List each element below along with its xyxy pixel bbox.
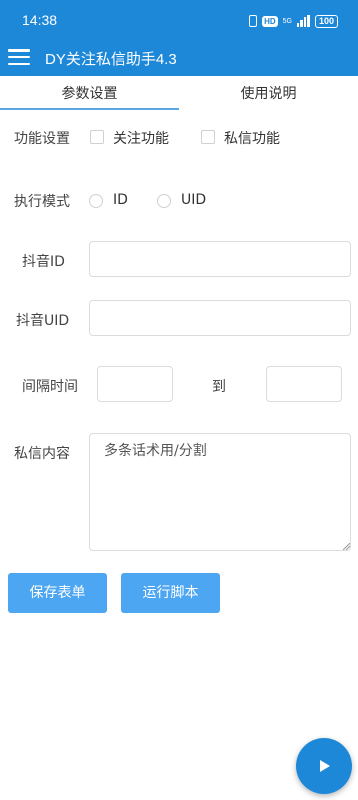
function-setting-label: 功能设置 (14, 131, 70, 147)
hd-badge: HD (262, 15, 278, 27)
hamburger-menu-icon[interactable] (8, 47, 30, 67)
mode-uid-label[interactable]: UID (181, 192, 206, 208)
tab-params[interactable]: 参数设置 (0, 76, 179, 110)
interval-label: 间隔时间 (22, 379, 78, 395)
mode-id-radio[interactable] (89, 194, 103, 208)
app-bar: DY关注私信助手4.3 (0, 40, 358, 76)
mode-id-label[interactable]: ID (113, 192, 128, 208)
exec-mode-label: 执行模式 (14, 194, 70, 210)
message-content-textarea[interactable]: 多条话术用/分割 (89, 433, 351, 551)
message-checkbox[interactable] (201, 130, 215, 144)
battery-indicator: 100 (314, 14, 338, 28)
interval-from-input[interactable] (97, 366, 173, 402)
douyin-uid-input[interactable] (89, 300, 351, 336)
status-bar: 14:38 HD 5G 100 (0, 0, 358, 40)
run-script-button[interactable]: 运行脚本 (121, 573, 220, 613)
follow-option-label[interactable]: 关注功能 (113, 128, 169, 148)
play-icon (320, 760, 330, 772)
network-type: 5G (282, 17, 292, 25)
interval-to-label: 到 (212, 379, 226, 395)
signal-icon (296, 15, 310, 27)
vibrate-icon (249, 15, 258, 27)
douyin-uid-label: 抖音UID (16, 313, 70, 329)
message-content-label: 私信内容 (14, 446, 70, 462)
status-time: 14:38 (22, 12, 58, 28)
douyin-id-input[interactable] (89, 241, 351, 277)
douyin-id-label: 抖音ID (22, 254, 65, 270)
tab-bar: 参数设置 使用说明 (0, 76, 358, 110)
follow-checkbox[interactable] (90, 130, 104, 144)
tab-instructions[interactable]: 使用说明 (179, 76, 358, 110)
resize-handle-icon[interactable] (343, 543, 350, 550)
message-option-label[interactable]: 私信功能 (224, 128, 280, 148)
app-title: DY关注私信助手4.3 (45, 51, 177, 68)
mode-uid-radio[interactable] (157, 194, 171, 208)
save-form-button[interactable]: 保存表单 (8, 573, 107, 613)
status-icons: HD 5G 100 (249, 13, 338, 29)
interval-to-input[interactable] (266, 366, 342, 402)
play-fab-button[interactable] (296, 738, 352, 794)
